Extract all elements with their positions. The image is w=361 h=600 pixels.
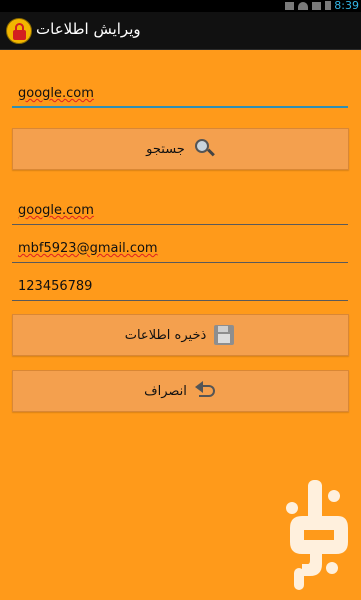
- search-input[interactable]: google.com: [12, 84, 348, 108]
- search-icon: [191, 137, 215, 161]
- save-icon: [212, 323, 236, 347]
- email-field[interactable]: mbf5923@gmail.com: [12, 239, 348, 263]
- status-bar: 8:39: [0, 0, 361, 12]
- save-button-label: ذخیره اطلاعات: [124, 327, 207, 343]
- cancel-button-label: انصراف: [144, 383, 187, 399]
- password-field[interactable]: 123456789: [12, 277, 348, 301]
- search-button-label: جستجو: [146, 141, 185, 157]
- search-input-value: google.com: [18, 86, 94, 101]
- site-field-value: google.com: [18, 203, 94, 218]
- save-button[interactable]: ذخیره اطلاعات: [12, 314, 349, 356]
- email-field-value: mbf5923@gmail.com: [18, 241, 158, 256]
- watermark-logo: [286, 480, 348, 590]
- page-title: ویرایش اطلاعات: [36, 20, 141, 38]
- cancel-button[interactable]: انصراف: [12, 370, 349, 412]
- battery-icon: [325, 1, 331, 10]
- search-button[interactable]: جستجو: [12, 128, 349, 170]
- signal-icon: [312, 1, 321, 10]
- status-icons: [285, 1, 331, 10]
- action-bar: ویرایش اطلاعات: [0, 12, 361, 50]
- password-field-value: 123456789: [18, 279, 93, 294]
- site-field[interactable]: google.com: [12, 201, 348, 225]
- notification-icon: [285, 1, 294, 10]
- undo-icon: [193, 379, 217, 403]
- lock-icon[interactable]: [6, 18, 32, 44]
- status-time: 8:39: [334, 0, 359, 12]
- wifi-icon: [298, 1, 308, 10]
